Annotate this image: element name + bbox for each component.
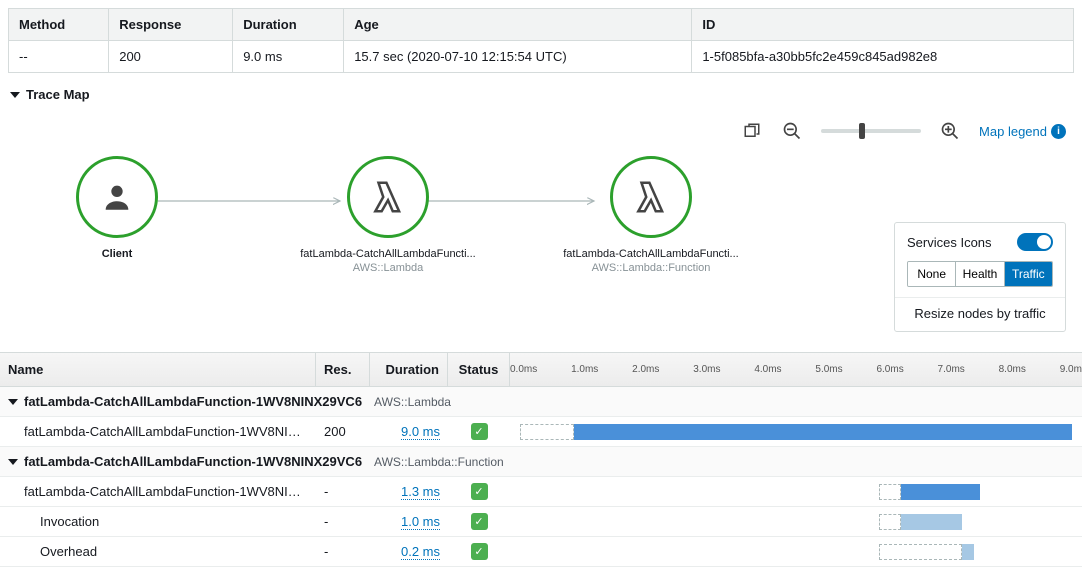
tick-label: 8.0ms <box>999 364 1026 375</box>
zoom-slider-thumb[interactable] <box>859 123 865 139</box>
th-method: Method <box>9 9 109 41</box>
th-res[interactable]: Res. <box>316 353 370 386</box>
timeline-group-header[interactable]: fatLambda-CatchAllLambdaFunction-1WV8NIN… <box>0 447 1082 477</box>
node-label: Client <box>76 248 158 260</box>
group-type: AWS::Lambda <box>374 395 451 409</box>
row-bar-chart <box>510 538 1082 566</box>
tick-label: 9.0m <box>1060 364 1082 375</box>
node-sublabel: AWS::Lambda::Function <box>556 262 746 274</box>
row-name: fatLambda-CatchAllLambdaFunction-1WV8NIN… <box>0 478 316 505</box>
td-duration: 9.0 ms <box>233 41 344 73</box>
td-method: -- <box>9 41 109 73</box>
row-status: ✓ <box>448 537 510 566</box>
services-icons-toggle[interactable] <box>1017 233 1053 251</box>
th-name[interactable]: Name <box>0 353 316 386</box>
resize-health-button[interactable]: Health <box>955 262 1003 286</box>
row-duration: 0.2 ms <box>370 538 448 565</box>
tick-label: 4.0ms <box>754 364 781 375</box>
ok-icon: ✓ <box>471 543 488 560</box>
row-status: ✓ <box>448 507 510 536</box>
resize-mode-buttons: None Health Traffic <box>907 261 1053 287</box>
timeline-ticks: 0.0ms 1.0ms 2.0ms 3.0ms 4.0ms 5.0ms 6.0ms 7.0ms… <box>510 355 1082 384</box>
resize-none-button[interactable]: None <box>908 262 955 286</box>
group-type: AWS::Lambda::Function <box>374 455 504 469</box>
group-name: fatLambda-CatchAllLambdaFunction-1WV8NIN… <box>24 454 362 469</box>
td-id: 1-5f085bfa-a30bb5fc2e459c845ad982e8 <box>692 41 1074 73</box>
timeline-row[interactable]: Overhead-0.2 ms ✓ <box>0 537 1082 567</box>
row-res: - <box>316 478 370 505</box>
graph-node-client[interactable]: Client <box>76 156 158 260</box>
row-status: ✓ <box>448 417 510 446</box>
tick-label: 3.0ms <box>693 364 720 375</box>
lambda-icon <box>369 178 407 216</box>
th-duration: Duration <box>233 9 344 41</box>
user-icon <box>100 180 134 214</box>
trace-map-label: Trace Map <box>26 87 90 102</box>
timeline-row[interactable]: Invocation-1.0 ms ✓ <box>0 507 1082 537</box>
tick-label: 5.0ms <box>815 364 842 375</box>
zoom-slider[interactable] <box>821 129 921 133</box>
tick-label: 7.0ms <box>938 364 965 375</box>
row-name: fatLambda-CatchAllLambdaFunction-1WV8NIN… <box>0 418 316 445</box>
timeline-header: Name Res. Duration Status 0.0ms 1.0ms 2.0m… <box>0 352 1082 387</box>
map-options-panel: Services Icons None Health Traffic Resiz… <box>894 222 1066 332</box>
th-age: Age <box>344 9 692 41</box>
ok-icon: ✓ <box>471 513 488 530</box>
timeline-group-header[interactable]: fatLambda-CatchAllLambdaFunction-1WV8NIN… <box>0 387 1082 417</box>
map-controls: Map legend i <box>0 110 1082 152</box>
caret-down-icon <box>10 92 20 98</box>
row-status: ✓ <box>448 477 510 506</box>
th-dur[interactable]: Duration <box>370 353 448 386</box>
trace-map-toggle[interactable]: Trace Map <box>0 73 1082 110</box>
tick-label: 6.0ms <box>876 364 903 375</box>
row-bar-chart <box>510 418 1082 446</box>
row-bar-chart <box>510 508 1082 536</box>
th-id: ID <box>692 9 1074 41</box>
tick-label: 0.0ms <box>510 364 537 375</box>
timeline-row[interactable]: fatLambda-CatchAllLambdaFunction-1WV8NIN… <box>0 477 1082 507</box>
node-sublabel: AWS::Lambda <box>293 262 483 274</box>
caret-down-icon <box>8 399 18 405</box>
th-status[interactable]: Status <box>448 353 510 386</box>
resize-traffic-button[interactable]: Traffic <box>1004 262 1052 286</box>
map-legend-link[interactable]: Map legend i <box>979 124 1066 139</box>
options-footer: Resize nodes by traffic <box>895 297 1065 331</box>
fit-to-screen-icon[interactable] <box>741 120 763 142</box>
lambda-icon <box>632 178 670 216</box>
tick-label: 2.0ms <box>632 364 659 375</box>
row-duration: 1.0 ms <box>370 508 448 535</box>
row-bar-chart <box>510 478 1082 506</box>
ok-icon: ✓ <box>471 483 488 500</box>
ok-icon: ✓ <box>471 423 488 440</box>
timeline-row[interactable]: fatLambda-CatchAllLambdaFunction-1WV8NIN… <box>0 417 1082 447</box>
graph-node-lambda[interactable]: fatLambda-CatchAllLambdaFuncti... AWS::L… <box>293 156 483 274</box>
trace-metadata-table: Method Response Duration Age ID -- 200 9… <box>8 8 1074 73</box>
row-name: Invocation <box>0 508 316 535</box>
row-duration: 9.0 ms <box>370 418 448 445</box>
tick-label: 1.0ms <box>571 364 598 375</box>
node-label: fatLambda-CatchAllLambdaFuncti... <box>293 248 483 260</box>
row-duration: 1.3 ms <box>370 478 448 505</box>
td-response: 200 <box>109 41 233 73</box>
th-response: Response <box>109 9 233 41</box>
row-res: 200 <box>316 418 370 445</box>
row-res: - <box>316 538 370 565</box>
node-label: fatLambda-CatchAllLambdaFuncti... <box>556 248 746 260</box>
group-name: fatLambda-CatchAllLambdaFunction-1WV8NIN… <box>24 394 362 409</box>
segment-timeline: Name Res. Duration Status 0.0ms 1.0ms 2.0m… <box>0 352 1082 567</box>
td-age: 15.7 sec (2020-07-10 12:15:54 UTC) <box>344 41 692 73</box>
caret-down-icon <box>8 459 18 465</box>
services-icons-label: Services Icons <box>907 235 992 250</box>
row-res: - <box>316 508 370 535</box>
row-name: Overhead <box>0 538 316 565</box>
trace-map-graph[interactable]: Client fatLambda-CatchAllLambdaFuncti...… <box>8 152 1074 332</box>
info-icon: i <box>1051 124 1066 139</box>
zoom-in-icon[interactable] <box>939 120 961 142</box>
zoom-out-icon[interactable] <box>781 120 803 142</box>
graph-node-lambda-function[interactable]: fatLambda-CatchAllLambdaFuncti... AWS::L… <box>556 156 746 274</box>
